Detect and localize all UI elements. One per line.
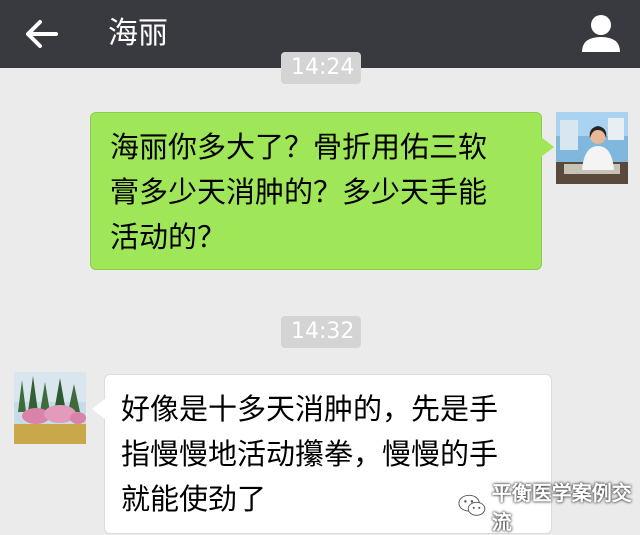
message-line: 指慢慢地活动攥拳，慢慢的手 <box>121 437 499 471</box>
arrow-left-icon <box>26 20 58 48</box>
self-avatar[interactable] <box>556 112 628 184</box>
watermark-text: 平衡医学案例交流 <box>491 481 632 534</box>
outgoing-message[interactable]: 海丽你多大了？骨折用佑三软 膏多少天消肿的？多少天手能 活动的？ <box>90 112 554 270</box>
wechat-logo-icon <box>458 494 486 516</box>
contact-avatar[interactable] <box>14 372 86 444</box>
message-line: 膏多少天消肿的？多少天手能 <box>110 175 488 209</box>
timestamp: 14:32 <box>281 316 361 348</box>
message-line: 海丽你多大了？骨折用佑三软 <box>110 130 488 164</box>
person-icon <box>582 15 620 52</box>
profile-button[interactable] <box>578 10 624 56</box>
back-button[interactable] <box>20 12 64 56</box>
message-line: 好像是十多天消肿的，先是手 <box>121 392 499 426</box>
message-line: 活动的？ <box>110 220 227 254</box>
watermark: 平衡医学案例交流 <box>458 481 640 534</box>
timestamp: 14:24 <box>281 52 361 84</box>
chat-title: 海丽 <box>108 16 168 51</box>
